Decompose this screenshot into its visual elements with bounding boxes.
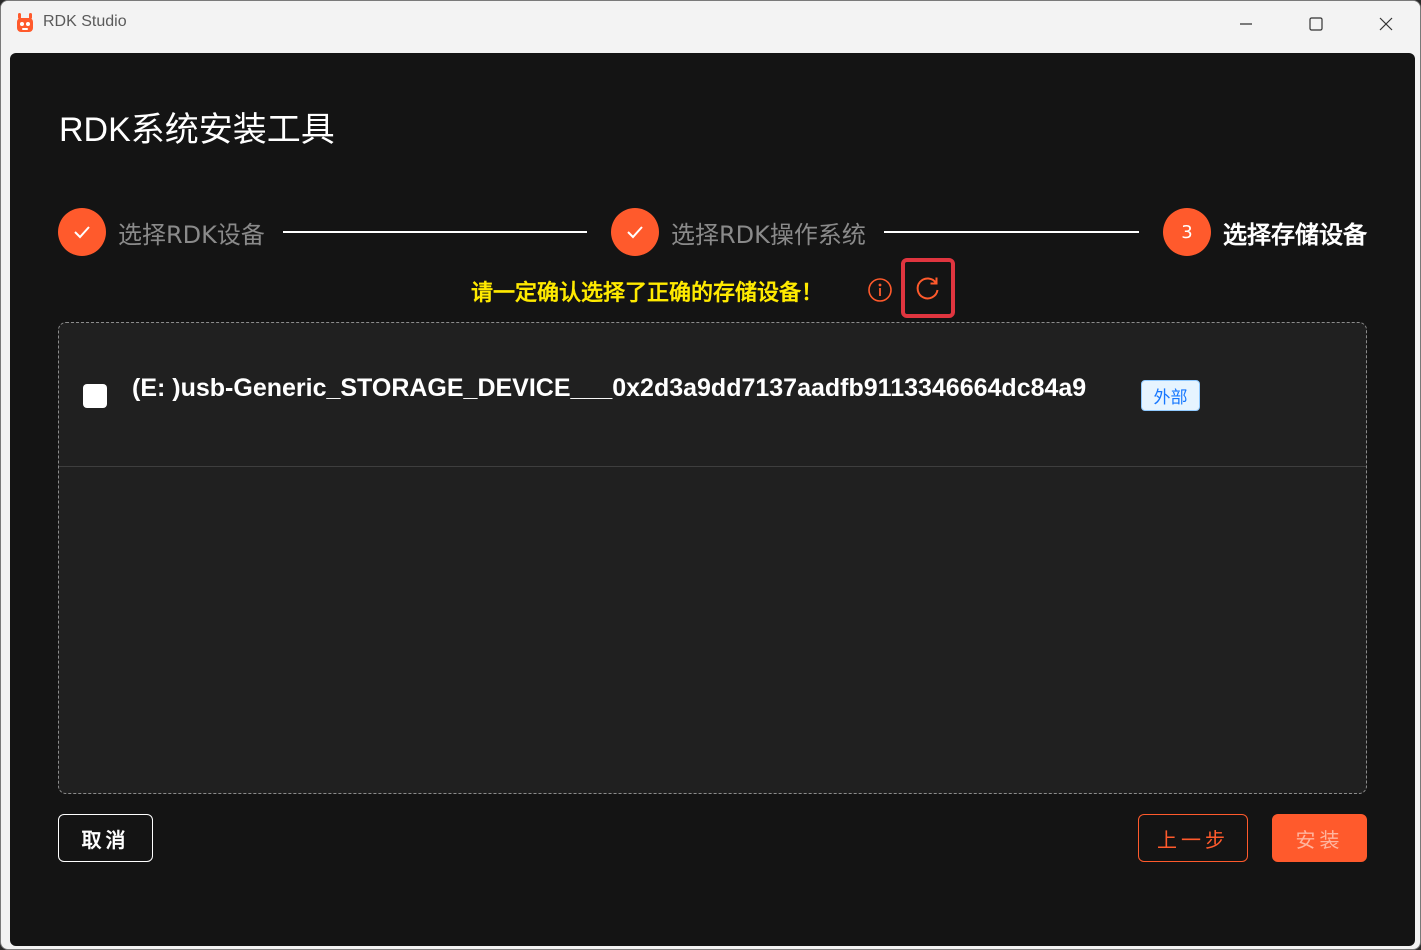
maximize-button[interactable] <box>1281 1 1351 46</box>
external-tag-badge: 外部 <box>1141 380 1200 411</box>
device-name: (E: )usb-Generic_STORAGE_DEVICE___0x2d3a… <box>132 374 1087 402</box>
close-button[interactable] <box>1351 1 1420 46</box>
step-connector-2 <box>884 231 1139 233</box>
step-3-circle: 3 <box>1163 208 1211 256</box>
previous-step-button[interactable]: 上一步 <box>1138 814 1248 862</box>
cancel-button[interactable]: 取消 <box>58 814 153 862</box>
maximize-icon <box>1309 16 1323 31</box>
list-item[interactable]: (E: )usb-Generic_STORAGE_DEVICE___0x2d3a… <box>59 323 1366 467</box>
app-window: RDK Studio RDK系统安装工具 选择RDK设备 选择RDK操作系统 3… <box>0 0 1421 950</box>
step-3-label: 选择存储设备 <box>1223 220 1367 249</box>
main-content: RDK系统安装工具 选择RDK设备 选择RDK操作系统 3 选择存储设备 请一定… <box>10 53 1415 946</box>
refresh-icon <box>916 277 939 300</box>
check-icon <box>74 226 90 239</box>
step-connector-1 <box>283 231 587 233</box>
minimize-button[interactable] <box>1211 1 1281 46</box>
check-icon <box>627 226 643 239</box>
step-select-storage: 3 选择存储设备 <box>1163 208 1367 256</box>
install-button[interactable]: 安装 <box>1272 814 1367 862</box>
storage-warning-text: 请一定确认选择了正确的存储设备！ <box>471 281 824 306</box>
step-1-label: 选择RDK设备 <box>118 220 265 249</box>
page-title: RDK系统安装工具 <box>59 111 335 149</box>
step-2-label: 选择RDK操作系统 <box>671 220 866 249</box>
window-title: RDK Studio <box>43 13 127 30</box>
refresh-button[interactable] <box>901 258 955 318</box>
step-1-circle <box>58 208 106 256</box>
close-icon <box>1379 17 1393 30</box>
minimize-icon <box>1240 22 1252 25</box>
storage-device-list: (E: )usb-Generic_STORAGE_DEVICE___0x2d3a… <box>58 322 1367 794</box>
device-checkbox[interactable] <box>83 384 107 408</box>
title-bar[interactable]: RDK Studio <box>1 1 1420 46</box>
step-select-os: 选择RDK操作系统 <box>611 208 866 256</box>
rdk-logo-icon <box>17 13 33 32</box>
info-icon[interactable] <box>867 277 893 303</box>
step-2-circle <box>611 208 659 256</box>
step-select-device: 选择RDK设备 <box>58 208 265 256</box>
